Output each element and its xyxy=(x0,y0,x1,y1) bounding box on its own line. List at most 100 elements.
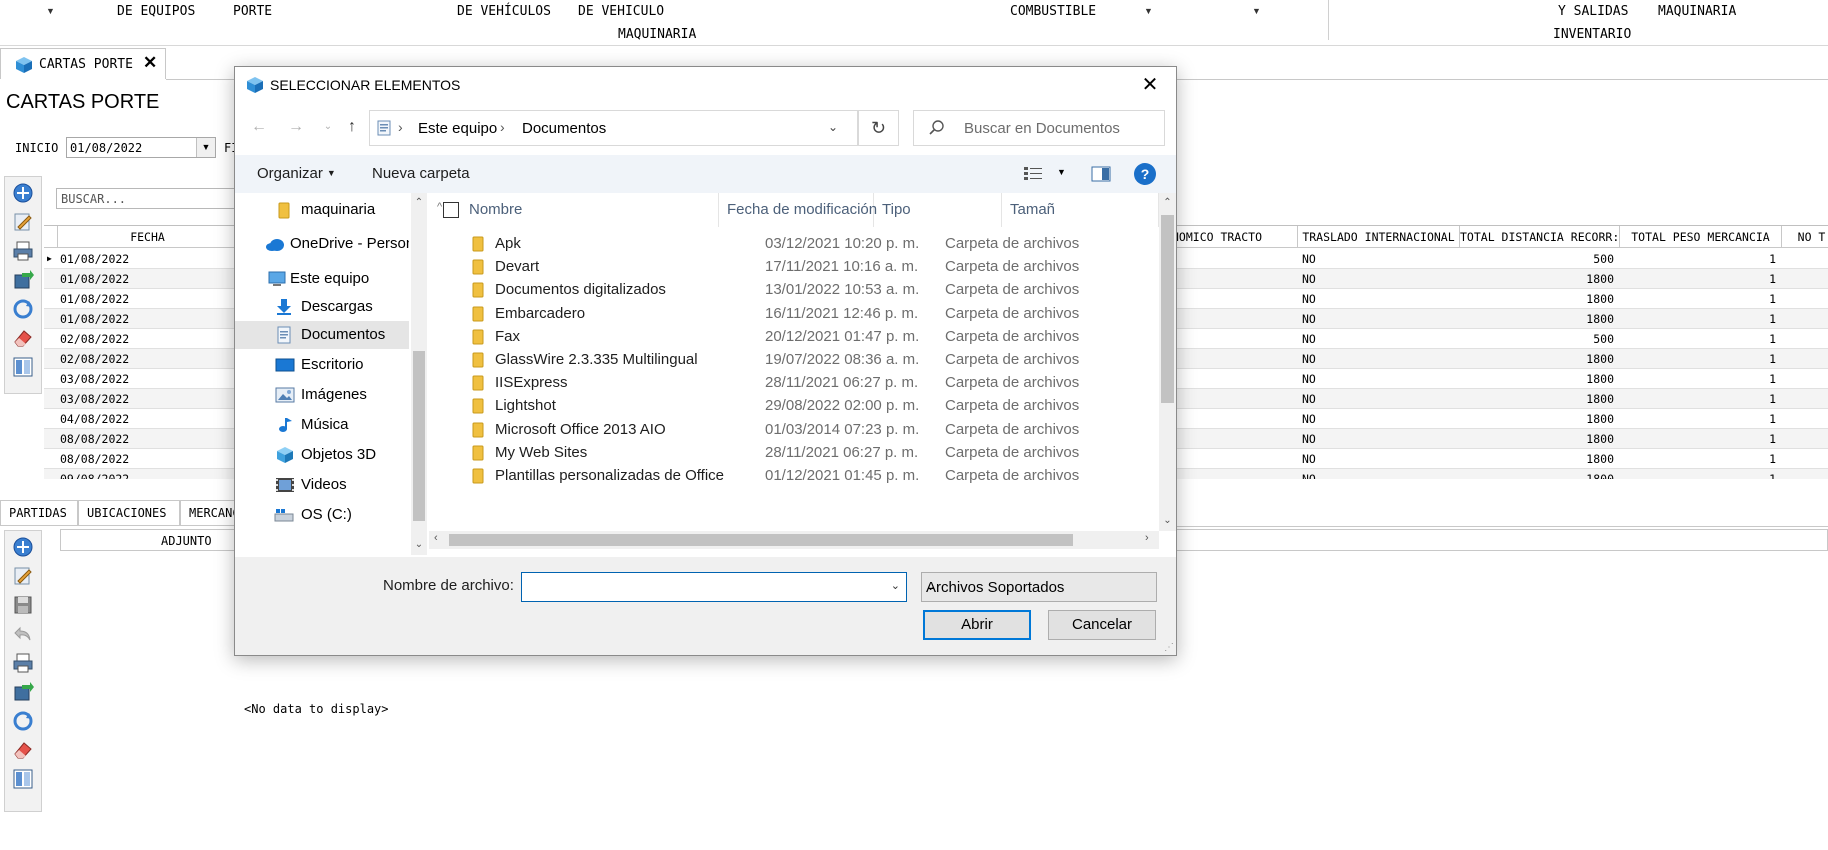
chevron-down-icon[interactable]: ▼ xyxy=(196,138,215,157)
refresh-button[interactable] xyxy=(9,296,37,322)
undo-button[interactable] xyxy=(9,621,37,647)
menu-item-combustible[interactable]: COMBUSTIBLE xyxy=(1010,4,1096,19)
cell-peso: 1 xyxy=(1769,312,1776,326)
address-bar[interactable]: › Este equipo › Documentos ⌄ xyxy=(369,110,858,146)
chevron-down-icon[interactable]: ⌄ xyxy=(828,120,838,134)
breadcrumb-documentos[interactable]: Documentos xyxy=(522,120,606,137)
back-arrow-icon[interactable]: ← xyxy=(246,115,272,139)
grid-header-fecha[interactable]: FECHA xyxy=(58,226,238,248)
chevron-up-icon[interactable]: ⌃ xyxy=(411,197,427,208)
grid-header-peso[interactable]: TOTAL PESO MERCANCIA xyxy=(1620,226,1782,248)
print-button[interactable] xyxy=(9,650,37,676)
refresh-button[interactable] xyxy=(9,708,37,734)
column-header-fecha[interactable]: Fecha de modificación xyxy=(719,193,877,227)
chevron-down-icon[interactable]: ▼ xyxy=(1057,167,1066,177)
grid-header-tracto[interactable]: NOMICO TRACTO xyxy=(1172,226,1298,248)
export-button[interactable] xyxy=(9,679,37,705)
column-header-tamano[interactable]: Tamañ xyxy=(1002,193,1159,227)
filetype-select[interactable]: Archivos Soportados ⌄ xyxy=(921,572,1157,602)
nav-item-videos[interactable]: Videos xyxy=(235,471,409,499)
grid-header-no[interactable]: NO T xyxy=(1782,226,1828,248)
nav-item-escritorio[interactable]: Escritorio xyxy=(235,351,409,379)
menu-item-vehiculo[interactable]: DE VEHICULO xyxy=(578,4,664,19)
menu-item-maquinaria-2[interactable]: MAQUINARIA xyxy=(1658,4,1736,19)
chevron-down-icon[interactable]: ⌄ xyxy=(315,115,341,139)
chevron-down-icon[interactable]: ▼ xyxy=(46,6,55,16)
grid-search-input[interactable]: BUSCAR... xyxy=(56,188,246,209)
columns-button[interactable] xyxy=(9,354,37,380)
music-icon xyxy=(279,418,292,432)
file-list-vertical-scrollbar[interactable]: ⌃ ⌄ xyxy=(1159,193,1176,531)
tab-partidas[interactable]: PARTIDAS xyxy=(0,500,78,526)
save-button[interactable] xyxy=(9,592,37,618)
new-folder-button[interactable]: Nueva carpeta xyxy=(372,165,470,182)
tab-mercancias[interactable]: MERCANC xyxy=(180,500,236,526)
resize-grip-icon[interactable]: ⋰ xyxy=(1164,642,1174,653)
select-all-checkbox[interactable] xyxy=(443,202,459,218)
chevron-up-icon[interactable]: ⌃ xyxy=(1159,197,1176,208)
help-icon[interactable]: ? xyxy=(1134,163,1156,185)
columns-button[interactable] xyxy=(9,766,37,792)
print-button[interactable] xyxy=(9,238,37,264)
doc-tab-cartas-porte[interactable]: CARTAS PORTE ✕ xyxy=(0,48,166,79)
eraser-button[interactable] xyxy=(9,737,37,763)
file-list-horizontal-scrollbar[interactable]: ‹ › xyxy=(429,531,1159,549)
breadcrumb-chevron-icon[interactable]: › xyxy=(398,119,403,135)
menu-item-inventario[interactable]: INVENTARIO xyxy=(1553,27,1631,42)
refresh-button[interactable]: ↻ xyxy=(858,110,899,146)
view-options-icon[interactable] xyxy=(1023,166,1043,182)
menu-item-porte[interactable]: PORTE xyxy=(233,4,272,19)
menu-item-equipos[interactable]: DE EQUIPOS xyxy=(117,4,195,19)
up-arrow-icon[interactable]: ↑ xyxy=(339,115,365,139)
filename-input[interactable]: ⌄ xyxy=(521,572,907,602)
scrollbar-thumb[interactable] xyxy=(413,351,425,521)
menu-item-maquinaria[interactable]: MAQUINARIA xyxy=(618,27,696,42)
chevron-down-icon[interactable]: ⌄ xyxy=(411,539,427,550)
chevron-down-icon[interactable]: ⌄ xyxy=(891,579,900,592)
nav-item-objetos-3d[interactable]: Objetos 3D xyxy=(235,441,409,469)
column-header-nombre[interactable]: ^ Nombre xyxy=(429,193,719,227)
nav-item-musica[interactable]: Música xyxy=(235,411,409,439)
chevron-down-icon[interactable]: ⌄ xyxy=(1159,515,1176,526)
dialog-search-input[interactable]: Buscar en Documentos xyxy=(913,110,1165,146)
column-header-tipo[interactable]: Tipo xyxy=(874,193,1002,227)
navigation-pane-scrollbar[interactable]: ⌃ ⌄ xyxy=(411,193,427,555)
chevron-down-icon[interactable]: ▼ xyxy=(1252,6,1261,16)
nav-item-onedrive[interactable]: OneDrive - Person xyxy=(235,230,409,258)
inicio-date-field[interactable]: 01/08/2022 ▼ xyxy=(66,137,216,158)
close-icon[interactable]: ✕ xyxy=(1135,71,1165,99)
open-button[interactable]: Abrir xyxy=(923,610,1031,640)
chevron-right-icon[interactable]: › xyxy=(1145,532,1149,544)
breadcrumb-chevron-icon[interactable]: › xyxy=(500,119,505,135)
file-row[interactable]: Plantillas personalizadas de Office 01/12… xyxy=(429,462,1159,489)
edit-button[interactable] xyxy=(9,209,37,235)
nav-item-maquinaria[interactable]: maquinaria xyxy=(235,196,409,224)
grid-header-traslado[interactable]: TRASLADO INTERNACIONAL xyxy=(1298,226,1460,248)
grid-header-adjunto[interactable]: ADJUNTO xyxy=(161,534,212,548)
tab-ubicaciones[interactable]: UBICACIONES xyxy=(78,500,180,526)
breadcrumb-este-equipo[interactable]: Este equipo xyxy=(418,120,497,137)
preview-pane-icon[interactable] xyxy=(1091,166,1111,182)
cancel-button[interactable]: Cancelar xyxy=(1048,610,1156,640)
forward-arrow-icon[interactable]: → xyxy=(283,115,309,139)
organize-button[interactable]: Organizar ▼ xyxy=(257,165,336,182)
add-button[interactable] xyxy=(9,534,37,560)
add-button[interactable] xyxy=(9,180,37,206)
grid-header-distancia[interactable]: TOTAL DISTANCIA RECORR: xyxy=(1460,226,1620,248)
export-button[interactable] xyxy=(9,267,37,293)
nav-item-descargas[interactable]: Descargas xyxy=(235,293,409,321)
nav-item-os-c[interactable]: OS (C:) xyxy=(235,501,409,529)
nav-item-este-equipo[interactable]: Este equipo xyxy=(235,265,409,293)
dialog-title-bar[interactable]: SELECCIONAR ELEMENTOS ✕ xyxy=(235,67,1176,103)
eraser-button[interactable] xyxy=(9,325,37,351)
scrollbar-thumb[interactable] xyxy=(449,534,1073,546)
chevron-down-icon[interactable]: ▼ xyxy=(1144,6,1153,16)
edit-button[interactable] xyxy=(9,563,37,589)
nav-item-imagenes[interactable]: Imágenes xyxy=(235,381,409,409)
chevron-left-icon[interactable]: ‹ xyxy=(434,532,438,544)
menu-item-vehiculos[interactable]: DE VEHÍCULOS xyxy=(457,4,551,19)
nav-item-documentos[interactable]: Documentos xyxy=(235,321,409,349)
scrollbar-thumb[interactable] xyxy=(1161,215,1174,403)
menu-item-salidas[interactable]: Y SALIDAS xyxy=(1558,4,1628,19)
close-icon[interactable]: ✕ xyxy=(143,53,157,73)
